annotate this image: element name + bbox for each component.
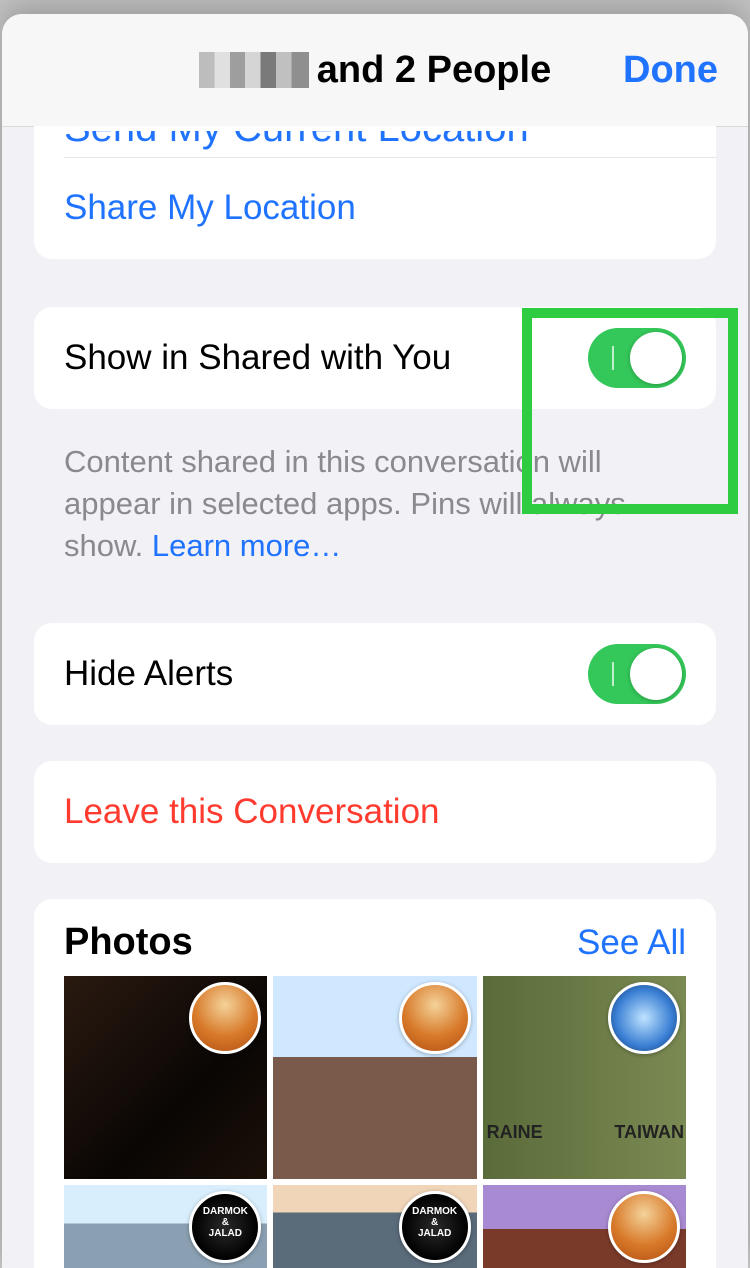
show-in-shared-label: Show in Shared with You (64, 338, 451, 378)
avatar-badge-text: DARMOK & JALAD (192, 1206, 258, 1239)
leave-card: Leave this Conversation (34, 761, 716, 863)
shared-with-you-footer: Content shared in this conversation will… (34, 425, 716, 575)
photos-title: Photos (64, 921, 193, 964)
photos-header: Photos See All (34, 899, 716, 976)
photos-see-all[interactable]: See All (577, 923, 686, 963)
share-my-location-label: Share My Location (64, 188, 356, 228)
modal-header: and 2 People Done (2, 14, 748, 127)
photo-grid: RAINE TAIWAN DARMOK & JALAD (34, 976, 716, 1268)
shared-with-you-card: Show in Shared with You (34, 307, 716, 409)
sender-avatar-icon (189, 982, 261, 1054)
send-current-location-row[interactable]: Send My Current Location (34, 126, 716, 157)
photo-item[interactable]: DARMOK & JALAD (273, 1185, 476, 1268)
leave-conversation-label: Leave this Conversation (64, 792, 440, 832)
photo-item[interactable] (64, 976, 267, 1179)
send-current-location-label: Send My Current Location (64, 131, 529, 151)
photo-item[interactable]: RAINE TAIWAN (483, 976, 686, 1179)
show-in-shared-toggle[interactable] (588, 328, 686, 388)
header-title-suffix: and 2 People (317, 49, 551, 92)
conversation-details-modal: and 2 People Done Send My Current Locati… (2, 14, 748, 1268)
photo-item[interactable]: DARMOK & JALAD (64, 1185, 267, 1268)
sender-avatar-icon: DARMOK & JALAD (399, 1191, 471, 1263)
avatar-badge-text: DARMOK & JALAD (402, 1206, 468, 1239)
done-button[interactable]: Done (623, 14, 718, 126)
hide-alerts-card: Hide Alerts (34, 623, 716, 725)
shared-footer-text: Content shared in this conversation will… (64, 444, 626, 563)
content-scroll[interactable]: Send My Current Location Share My Locati… (2, 126, 748, 1268)
header-title: and 2 People (199, 49, 551, 92)
sender-avatar-icon (399, 982, 471, 1054)
hide-alerts-row: Hide Alerts (34, 623, 716, 725)
leave-conversation-row[interactable]: Leave this Conversation (34, 761, 716, 863)
location-card: Send My Current Location Share My Locati… (34, 126, 716, 259)
sender-avatar-icon (608, 1191, 680, 1263)
sender-avatar-icon: DARMOK & JALAD (189, 1191, 261, 1263)
hide-alerts-toggle[interactable] (588, 644, 686, 704)
photo-item[interactable] (483, 1185, 686, 1268)
photo-overlay-text: TAIWAN (614, 1122, 684, 1143)
share-my-location-row[interactable]: Share My Location (34, 157, 716, 259)
photo-item[interactable] (273, 976, 476, 1179)
photo-overlay-text: RAINE (487, 1122, 543, 1143)
learn-more-link[interactable]: Learn more… (152, 528, 342, 563)
sender-avatar-icon (608, 982, 680, 1054)
show-in-shared-row: Show in Shared with You (34, 307, 716, 409)
contact-name-redacted (199, 52, 309, 88)
hide-alerts-label: Hide Alerts (64, 654, 233, 694)
photos-card: Photos See All RAINE TAIWAN (34, 899, 716, 1268)
